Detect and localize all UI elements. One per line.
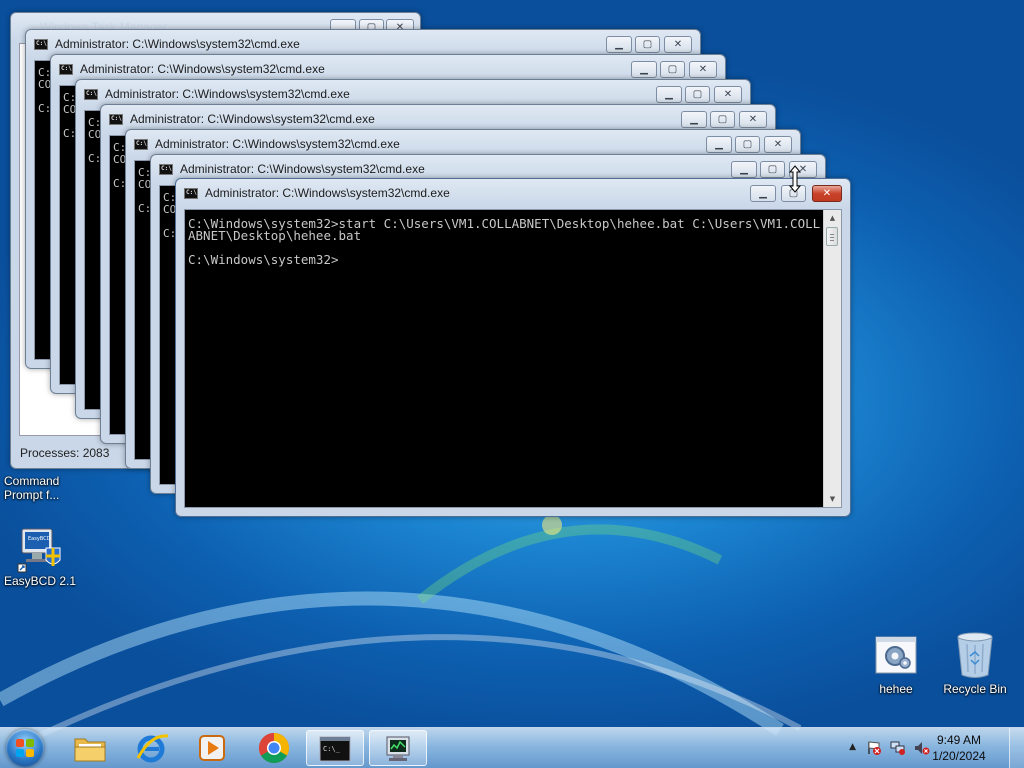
resize-cursor-icon bbox=[789, 165, 801, 193]
cmd-window-title: Administrator: C:\Windows\system32\cmd.e… bbox=[130, 112, 375, 126]
close-button[interactable]: ✕ bbox=[812, 185, 842, 202]
folder-icon bbox=[74, 738, 106, 762]
taskbar-internet-explorer[interactable] bbox=[124, 730, 180, 766]
process-count: Processes: 2083 bbox=[20, 446, 110, 460]
minimize-button[interactable]: ▁ bbox=[706, 136, 732, 153]
task-manager-icon bbox=[386, 736, 410, 761]
desktop-icon-hehee[interactable]: hehee bbox=[856, 632, 936, 696]
close-button[interactable]: ✕ bbox=[739, 111, 767, 128]
system-clock[interactable]: 9:49 AM 1/20/2024 bbox=[924, 732, 994, 764]
taskbar: C:\_ ▲ 9:49 AM 1/20/2024 bbox=[0, 727, 1024, 768]
clock-date: 1/20/2024 bbox=[932, 749, 986, 763]
console-output[interactable]: C:\Windows\system32>start C:\Users\VM1.C… bbox=[188, 217, 821, 266]
cmd-titlebar[interactable]: C:\ Administrator: C:\Windows\system32\c… bbox=[176, 179, 850, 207]
close-button[interactable]: ✕ bbox=[764, 136, 792, 153]
cmd-window-active[interactable]: C:\ Administrator: C:\Windows\system32\c… bbox=[175, 178, 851, 517]
minimize-button[interactable]: ▁ bbox=[606, 36, 632, 53]
action-center-flag-icon[interactable] bbox=[866, 741, 882, 755]
taskbar-chrome[interactable] bbox=[246, 730, 302, 766]
minimize-button[interactable]: ▁ bbox=[631, 61, 657, 78]
taskbar-command-prompt[interactable]: C:\_ bbox=[306, 730, 364, 766]
maximize-button[interactable]: ▢ bbox=[735, 136, 760, 153]
show-desktop-button[interactable] bbox=[1009, 728, 1024, 768]
cmd-window-title: Administrator: C:\Windows\system32\cmd.e… bbox=[205, 186, 450, 200]
cmd-window-title: Administrator: C:\Windows\system32\cmd.e… bbox=[105, 87, 350, 101]
clock-time: 9:49 AM bbox=[936, 733, 982, 747]
media-player-icon bbox=[199, 735, 225, 761]
svg-text:C:\_: C:\_ bbox=[323, 745, 341, 753]
cmd-icon: C:\_ bbox=[319, 736, 351, 762]
maximize-button[interactable]: ▢ bbox=[685, 86, 710, 103]
cmd-window-title: Administrator: C:\Windows\system32\cmd.e… bbox=[180, 162, 425, 176]
desktop-icon-command-prompt[interactable]: Command Prompt f... bbox=[0, 474, 80, 502]
cmd-window-title: Administrator: C:\Windows\system32\cmd.e… bbox=[55, 37, 300, 51]
scroll-down-arrow[interactable]: ▼ bbox=[824, 491, 841, 507]
scroll-thumb[interactable] bbox=[826, 227, 838, 246]
cmd-title-icon: C:\ bbox=[109, 114, 123, 125]
chrome-icon bbox=[258, 733, 290, 764]
cmd-console[interactable]: C:\Windows\system32>start C:\Users\VM1.C… bbox=[184, 209, 842, 508]
scroll-up-arrow[interactable]: ▲ bbox=[824, 210, 841, 226]
cmd-title-icon: C:\ bbox=[184, 188, 198, 199]
desktop-icon-recycle-bin[interactable]: Recycle Bin bbox=[935, 630, 1015, 696]
cmd-window-title: Administrator: C:\Windows\system32\cmd.e… bbox=[80, 62, 325, 76]
start-button[interactable] bbox=[6, 729, 44, 767]
taskbar-windows-explorer[interactable] bbox=[62, 730, 118, 766]
minimize-button[interactable]: ▁ bbox=[681, 111, 707, 128]
easybcd-icon: EasyBCD bbox=[17, 528, 61, 573]
maximize-button[interactable]: ▢ bbox=[635, 36, 660, 53]
minimize-button[interactable]: ▁ bbox=[656, 86, 682, 103]
cmd-title-icon: C:\ bbox=[59, 64, 73, 75]
cmd-window-title: Administrator: C:\Windows\system32\cmd.e… bbox=[155, 137, 400, 151]
maximize-button[interactable]: ▢ bbox=[660, 61, 685, 78]
minimize-button[interactable]: ▁ bbox=[731, 161, 757, 178]
desktop-icon-easybcd[interactable]: EasyBCD EasyBCD 2.1 bbox=[0, 526, 80, 588]
close-button[interactable]: ✕ bbox=[664, 36, 692, 53]
windows-logo-icon bbox=[16, 739, 34, 757]
maximize-button[interactable]: ▢ bbox=[760, 161, 785, 178]
network-icon[interactable] bbox=[890, 741, 906, 755]
batch-file-icon bbox=[875, 636, 917, 674]
svg-text:EasyBCD: EasyBCD bbox=[28, 536, 51, 542]
internet-explorer-icon bbox=[136, 734, 169, 763]
close-button[interactable]: ✕ bbox=[689, 61, 717, 78]
maximize-button[interactable]: ▢ bbox=[710, 111, 735, 128]
taskbar-task-manager[interactable] bbox=[369, 730, 427, 766]
cmd-title-icon: C:\ bbox=[34, 39, 48, 50]
cmd-title-icon: C:\ bbox=[159, 164, 173, 175]
cmd-title-icon: C:\ bbox=[134, 139, 148, 150]
minimize-button[interactable]: ▁ bbox=[750, 185, 776, 202]
taskbar-media-player[interactable] bbox=[184, 730, 240, 766]
recycle-bin-icon bbox=[957, 632, 993, 678]
show-hidden-icons-button[interactable]: ▲ bbox=[849, 742, 856, 752]
vertical-scrollbar[interactable]: ▲ ▼ bbox=[823, 210, 841, 507]
close-button[interactable]: ✕ bbox=[714, 86, 742, 103]
cmd-title-icon: C:\ bbox=[84, 89, 98, 100]
